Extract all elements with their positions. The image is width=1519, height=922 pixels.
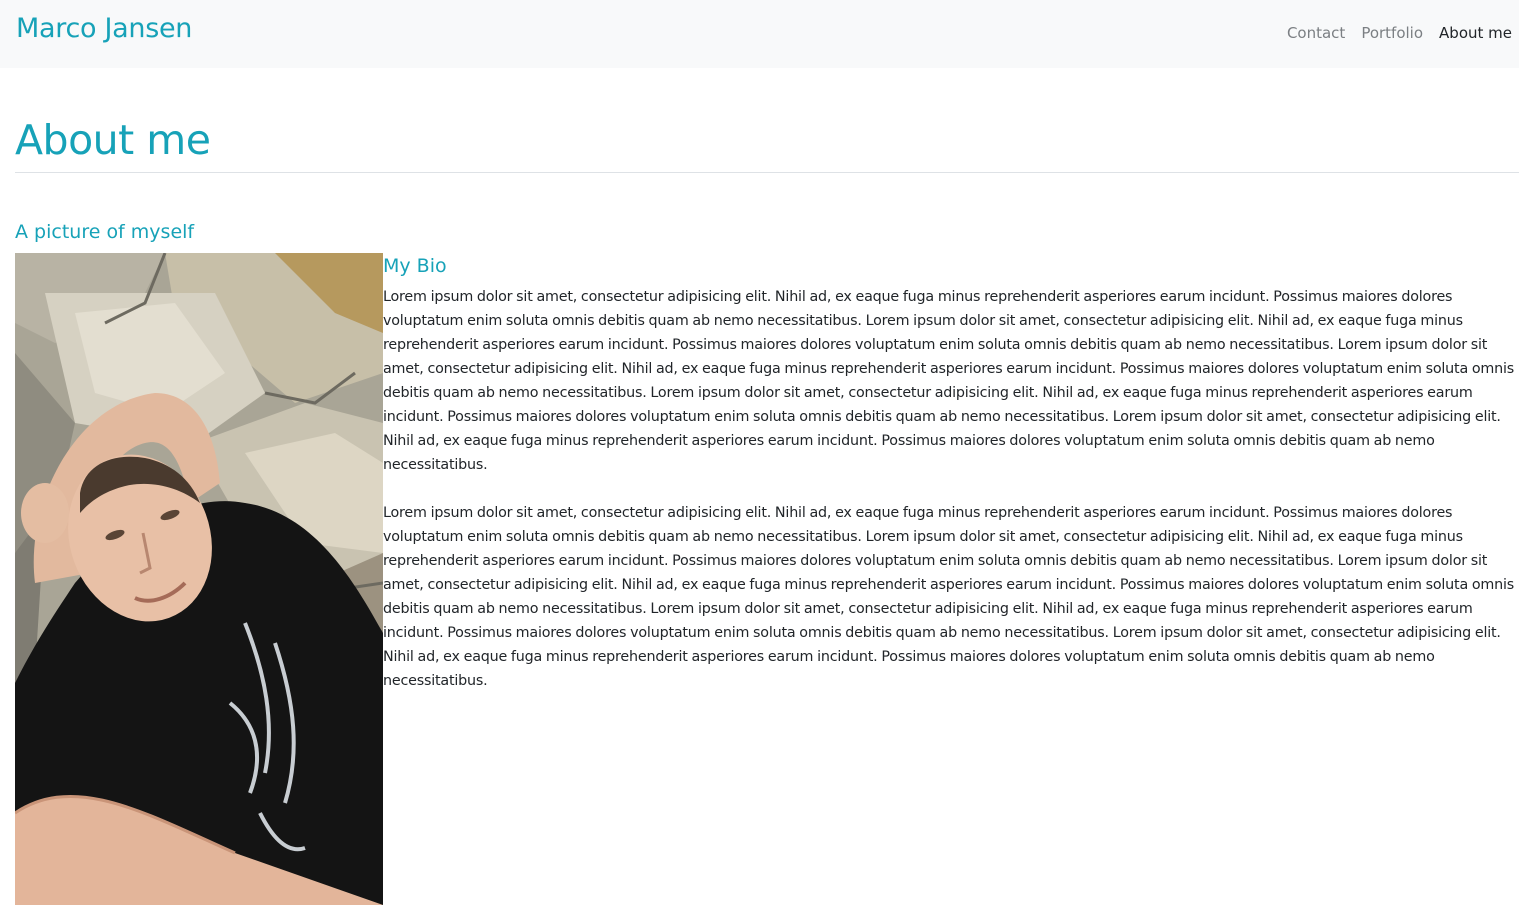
top-navbar: Marco Jansen Contact Portfolio About me	[0, 0, 1519, 68]
profile-photo	[15, 253, 383, 905]
picture-heading: A picture of myself	[15, 221, 195, 243]
nav-link-portfolio[interactable]: Portfolio	[1361, 24, 1423, 42]
bio-paragraph: Lorem ipsum dolor sit amet, consectetur …	[383, 505, 1515, 689]
bio-section: My Bio Lorem ipsum dolor sit amet, conse…	[383, 254, 1519, 717]
nav-link-contact[interactable]: Contact	[1287, 24, 1345, 42]
page-title: About me	[15, 116, 211, 164]
title-divider	[15, 172, 1519, 173]
bio-paragraph: Lorem ipsum dolor sit amet, consectetur …	[383, 289, 1515, 473]
nav-link-about-me[interactable]: About me	[1439, 24, 1512, 42]
bio-heading: My Bio	[383, 255, 447, 277]
brand-link[interactable]: Marco Jansen	[16, 13, 192, 44]
nav-links: Contact Portfolio About me	[1287, 24, 1512, 42]
